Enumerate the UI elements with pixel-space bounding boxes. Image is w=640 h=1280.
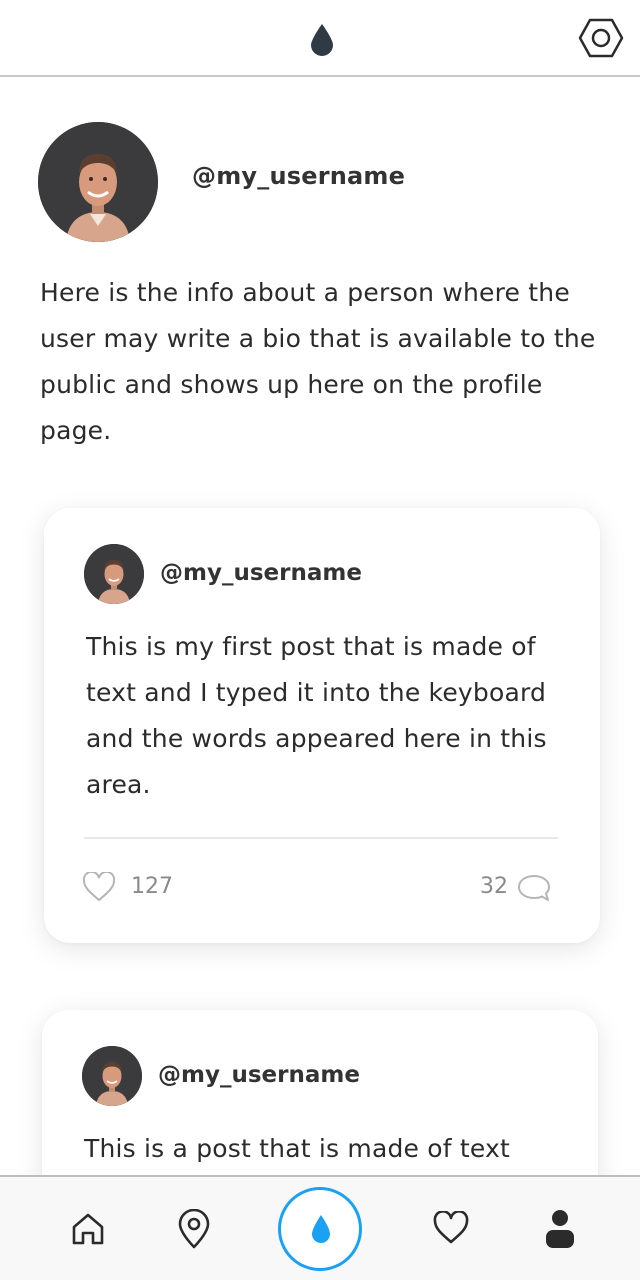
home-icon[interactable] [70, 1211, 106, 1247]
person-icon[interactable] [544, 1209, 576, 1249]
bottom-nav [0, 1175, 640, 1280]
avatar-photo [84, 544, 144, 604]
post-username[interactable]: @my_username [158, 1062, 360, 1088]
settings-icon[interactable] [578, 17, 624, 59]
post-text: This is my first post that is made of te… [86, 632, 547, 799]
profile-username: @my_username [192, 162, 406, 190]
profile-avatar[interactable] [38, 122, 158, 242]
post-divider [84, 837, 558, 839]
heart-icon[interactable] [432, 1211, 470, 1245]
drop-button[interactable] [278, 1187, 362, 1271]
top-bar [0, 0, 640, 77]
heart-icon[interactable] [82, 872, 116, 902]
drop-logo-icon [311, 24, 333, 56]
post-text: This is a post that is made of text [84, 1134, 511, 1163]
avatar-photo [82, 1046, 142, 1106]
post-card[interactable]: @my_username This is my first post that … [44, 508, 600, 943]
comment-count: 32 [480, 874, 508, 899]
drop-icon [312, 1215, 330, 1243]
post-username[interactable]: @my_username [160, 560, 362, 586]
comment-bubble-icon[interactable] [516, 872, 552, 904]
avatar-photo [38, 122, 158, 242]
profile-bio: Here is the info about a person where th… [40, 278, 596, 445]
post-avatar[interactable] [82, 1046, 142, 1106]
post-avatar[interactable] [84, 544, 144, 604]
like-count: 127 [131, 874, 173, 899]
map-pin-icon[interactable] [176, 1209, 212, 1249]
